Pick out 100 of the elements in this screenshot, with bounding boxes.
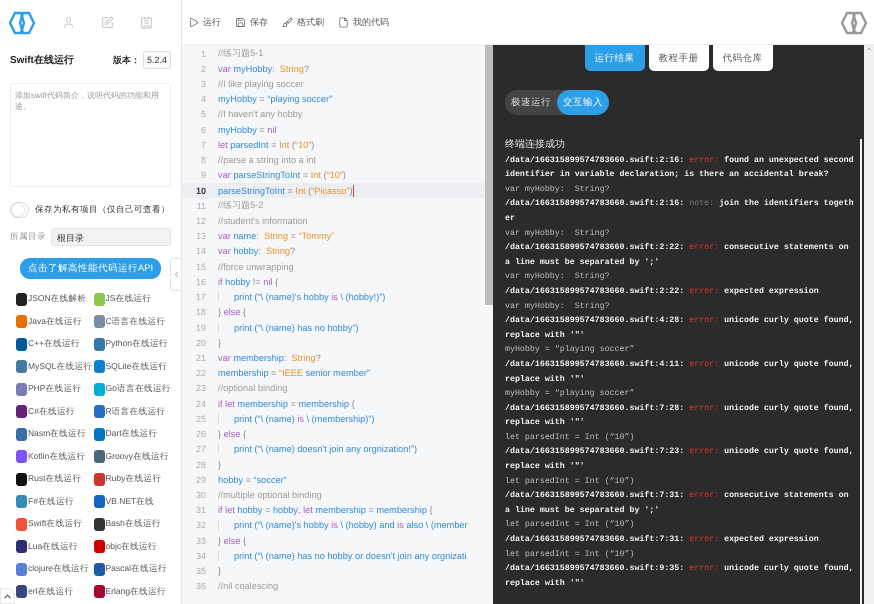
language-link[interactable]: Rust在线运行 — [16, 468, 94, 490]
code-line: //student's information — [218, 216, 308, 226]
mode-option[interactable]: 极速运行 — [505, 90, 557, 115]
scrollbar[interactable] — [864, 45, 874, 604]
line-number: 13 — [194, 231, 206, 242]
language-link[interactable]: MySQL在线运行 — [16, 356, 94, 378]
code-line: membership = “IEEE senior member” — [218, 368, 370, 378]
language-link[interactable]: erl在线运行 — [16, 580, 94, 603]
language-link[interactable]: C#在线运行 — [16, 400, 94, 423]
line-number: 5 — [200, 109, 206, 120]
language-link[interactable]: Nasm在线运行 — [16, 423, 94, 446]
code-line: //I haven't any hobby — [218, 109, 302, 120]
language-link[interactable]: Ruby在线运行 — [94, 468, 171, 490]
line-number: 1 — [200, 48, 206, 59]
language-link[interactable]: C++在线运行 — [16, 333, 94, 356]
contact-icon[interactable] — [140, 16, 153, 29]
code-line: print (“\ (name) doesn't join any orgnization!”) — [218, 444, 418, 454]
line-number: 36 — [194, 581, 206, 592]
scrollbar[interactable] — [485, 45, 493, 305]
line-number: 32 — [194, 520, 206, 530]
code-line: var membership: String? — [218, 352, 321, 363]
code-line: //I like playing soccer — [218, 79, 304, 90]
line-number: 14 — [194, 246, 206, 256]
terminal-line: let parsedInt = Int (“10”) — [505, 519, 636, 532]
description-field[interactable]: 添加swift代码简介，说明代码的功能和用途。 — [10, 83, 171, 187]
line-number: 23 — [194, 383, 206, 394]
code-line: myHobby = “playing soccer” — [218, 94, 332, 104]
play-icon — [188, 16, 199, 28]
code-line: var parseStringToInt = Int (“10”) — [218, 170, 346, 180]
private-toggle[interactable] — [10, 202, 29, 218]
language-link[interactable]: Python在线运行 — [94, 333, 171, 356]
language-link[interactable]: Kotlin在线运行 — [16, 446, 94, 468]
code-line: print (“\ (name) has no hobby or doesn't join any orgnizati — [218, 550, 467, 561]
language-link[interactable]: Erlang在线运行 — [94, 580, 171, 603]
language-link[interactable]: JS在线运行 — [94, 288, 171, 310]
line-number: 18 — [194, 307, 206, 318]
language-link[interactable]: F#在线运行 — [16, 490, 94, 513]
code-line: } — [218, 460, 222, 470]
language-link[interactable]: Java在线运行 — [16, 310, 94, 333]
language-link[interactable]: JSON在线解析 — [16, 288, 94, 310]
terminal-line: let parsedInt = Int (“10”) — [505, 432, 636, 444]
directory-field[interactable]: 根目录 — [51, 228, 171, 246]
user-icon[interactable] — [62, 16, 75, 29]
line-number: 15 — [194, 262, 206, 272]
language-link[interactable]: Pascal在线运行 — [94, 558, 171, 580]
version-label: 版本： — [112, 54, 140, 66]
language-link[interactable]: SQLite在线运行 — [94, 356, 171, 378]
toolbar-button[interactable]: 保存 — [235, 16, 268, 28]
language-link[interactable]: Bash在线运行 — [94, 513, 171, 536]
private-label: 保存为私有项目（仅自己可查看） — [35, 204, 170, 216]
toolbar-button[interactable]: 格式刷 — [282, 16, 324, 28]
language-link[interactable]: objc在线运行 — [94, 536, 171, 558]
toolbar-button[interactable]: 我的代码 — [338, 16, 389, 28]
terminal-line: /data/166315899574783660.swift:7:31: error: consecutive statements on a line must be separated by ';' — [505, 490, 850, 517]
output-tab[interactable]: 代码仓库 — [712, 45, 772, 71]
version-select[interactable]: 5.2.4 — [142, 51, 171, 69]
code-line: let parsedInt = Int (“10”) — [218, 140, 314, 150]
toolbar-button[interactable]: 运行 — [188, 16, 221, 28]
language-link[interactable]: PHP在线运行 — [16, 378, 94, 400]
collapse-handle[interactable] — [170, 258, 181, 291]
line-number: 16 — [194, 276, 206, 287]
brush-icon — [282, 16, 293, 28]
code-line: //练习题5-2 — [218, 199, 264, 212]
logo-icon — [8, 10, 36, 36]
line-number: 7 — [200, 140, 206, 150]
language-link[interactable]: Dart在线运行 — [94, 423, 171, 446]
terminal-line: /data/166315899574783660.swift:7:31: error: expected expression — [505, 534, 820, 546]
output-tab[interactable]: 教程手册 — [648, 45, 708, 71]
terminal-line: let parsedInt = Int (“10”) — [505, 476, 636, 488]
code-line: var hobby: String? — [218, 246, 296, 256]
edit-icon[interactable] — [101, 16, 114, 29]
language-link[interactable]: C语言在线运行 — [94, 310, 171, 333]
line-number: 29 — [194, 474, 206, 485]
scroll-top-button[interactable] — [0, 588, 15, 604]
terminal-line: /data/166315899574783660.swift:2:22: error: expected expression — [505, 286, 820, 298]
file-icon — [338, 16, 349, 28]
terminal-line: /data/166315899574783660.swift:9:35: error: unicode curly quote found, replace with '"' — [505, 562, 855, 590]
line-number: 6 — [200, 124, 206, 135]
code-line: } else { — [218, 429, 246, 440]
terminal-line: var myHobby: String? — [505, 271, 611, 284]
language-link[interactable]: R语言在线运行 — [94, 400, 171, 423]
language-link[interactable]: VB.NET在线 — [94, 490, 171, 513]
logo-icon — [840, 10, 868, 36]
language-link[interactable]: clojure在线运行 — [16, 558, 94, 580]
terminal-line: var myHobby: String? — [505, 184, 611, 196]
line-number: 35 — [194, 566, 206, 576]
terminal-line: let parsedInt = Int (“10”) — [505, 548, 636, 561]
language-link[interactable]: Lua在线运行 — [16, 536, 94, 558]
language-link[interactable]: Go语言在线运行 — [94, 378, 171, 400]
page-title: Swift在线运行 — [10, 54, 74, 67]
language-link[interactable]: Swift在线运行 — [16, 513, 94, 536]
code-line: var name: String = “Tommy” — [218, 231, 334, 242]
code-line: } else { — [218, 307, 246, 318]
terminal-line: var myHobby: String? — [505, 300, 611, 313]
line-number: 11 — [196, 200, 206, 211]
code-line: } — [218, 338, 222, 348]
code-line: parseStringToInt = Int (“Picasso”) — [218, 184, 354, 197]
line-number: 34 — [194, 550, 206, 561]
code-line: print (“\ (name)'s hobby is \ (hobby!)”) — [218, 292, 386, 302]
language-link[interactable]: Groovy在线运行 — [94, 446, 171, 468]
